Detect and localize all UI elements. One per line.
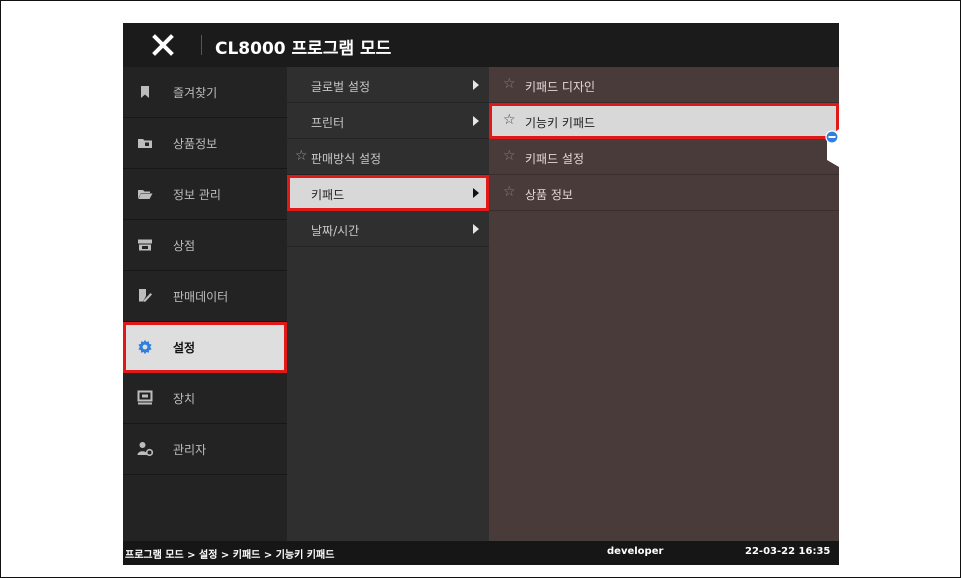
sidebar: 즐겨찾기 상품정보 정보 관리 상점 판매데이터 설정 장치 관리자: [123, 67, 287, 541]
store-icon: [138, 239, 152, 251]
sidebar-item-label: 정보 관리: [173, 188, 221, 202]
status-bar: 프로그램 모드 > 설정 > 키패드 > 기능키 키패드 developer 2…: [123, 541, 839, 565]
sidebar-item-info-management[interactable]: 정보 관리: [123, 169, 287, 220]
star-outline-icon[interactable]: ☆: [503, 76, 516, 92]
menu-item-global-settings[interactable]: 글로벌 설정: [287, 67, 489, 103]
menu-item-sales-method[interactable]: ☆ 판매방식 설정: [287, 139, 489, 175]
sidebar-item-label: 상점: [173, 239, 196, 253]
sidebar-item-sales-data[interactable]: 판매데이터: [123, 271, 287, 322]
submenu-item-label: 기능키 키패드: [525, 116, 596, 130]
open-folder-icon: [138, 190, 153, 199]
status-username: developer: [607, 546, 664, 557]
keypad-submenu: ☆ 키패드 디자인 ☆ 기능키 키패드 ☆ 키패드 설정 ☆ 상품 정보: [489, 67, 839, 541]
title-separator: [201, 35, 202, 55]
sidebar-item-admin[interactable]: 관리자: [123, 424, 287, 475]
menu-item-keypad[interactable]: 키패드: [287, 175, 489, 211]
sidebar-item-label: 판매데이터: [173, 290, 229, 304]
submenu-item-keypad-settings[interactable]: ☆ 키패드 설정: [489, 139, 839, 175]
star-outline-icon[interactable]: ☆: [295, 148, 308, 164]
minus-circle-icon: [825, 129, 839, 167]
app-window: CL8000 프로그램 모드 즐겨찾기 상품정보 정보 관리 상점 판매데이터 …: [123, 23, 839, 565]
star-outline-icon[interactable]: ☆: [503, 148, 516, 164]
submenu-item-keypad-design[interactable]: ☆ 키패드 디자인: [489, 67, 839, 103]
sidebar-item-label: 장치: [173, 392, 196, 406]
submenu-arrow-icon: [473, 188, 479, 198]
edit-document-icon: [139, 289, 152, 302]
breadcrumb: 프로그램 모드 > 설정 > 키패드 > 기능키 키패드: [125, 550, 335, 561]
menu-item-printer[interactable]: 프린터: [287, 103, 489, 139]
page-frame: CL8000 프로그램 모드 즐겨찾기 상품정보 정보 관리 상점 판매데이터 …: [0, 0, 961, 578]
sidebar-item-favorites[interactable]: 즐겨찾기: [123, 67, 287, 118]
submenu-arrow-icon: [473, 116, 479, 126]
menu-item-label: 키패드: [311, 188, 345, 202]
star-outline-icon[interactable]: ☆: [503, 184, 516, 200]
star-outline-icon[interactable]: ☆: [503, 112, 516, 128]
sidebar-item-label: 설정: [173, 341, 196, 355]
monitor-icon: [137, 390, 153, 405]
submenu-item-label: 키패드 디자인: [525, 80, 596, 94]
menu-item-label: 글로벌 설정: [311, 80, 371, 94]
gear-icon: [138, 339, 152, 355]
sidebar-item-label: 상품정보: [173, 137, 218, 151]
close-icon: [152, 34, 174, 56]
submenu-item-label: 상품 정보: [525, 188, 573, 202]
submenu-item-product-info[interactable]: ☆ 상품 정보: [489, 175, 839, 211]
sidebar-item-device[interactable]: 장치: [123, 373, 287, 424]
submenu-arrow-icon: [473, 80, 479, 90]
folder-box-icon: [138, 139, 152, 148]
sidebar-item-label: 관리자: [173, 443, 207, 457]
sidebar-item-settings[interactable]: 설정: [123, 322, 287, 373]
close-button[interactable]: [149, 31, 177, 59]
menu-item-label: 프린터: [311, 116, 345, 130]
sidebar-item-product-info[interactable]: 상품정보: [123, 118, 287, 169]
menu-item-label: 판매방식 설정: [311, 152, 382, 166]
title-bar: CL8000 프로그램 모드: [123, 23, 839, 67]
app-title: CL8000 프로그램 모드: [215, 39, 392, 59]
menu-item-date-time[interactable]: 날짜/시간: [287, 211, 489, 247]
submenu-item-label: 키패드 설정: [525, 152, 585, 166]
user-gear-icon: [137, 442, 153, 457]
settings-menu: 글로벌 설정 프린터 ☆ 판매방식 설정 키패드 날짜/시간: [287, 67, 489, 541]
sidebar-item-label: 즐겨찾기: [173, 86, 218, 100]
side-panel-tab[interactable]: [819, 129, 839, 167]
sidebar-item-store[interactable]: 상점: [123, 220, 287, 271]
submenu-arrow-icon: [473, 224, 479, 234]
menu-item-label: 날짜/시간: [311, 224, 360, 238]
status-datetime: 22-03-22 16:35: [745, 546, 831, 557]
bookmark-icon: [141, 86, 149, 98]
submenu-item-function-key-keypad[interactable]: ☆ 기능키 키패드: [489, 103, 839, 139]
